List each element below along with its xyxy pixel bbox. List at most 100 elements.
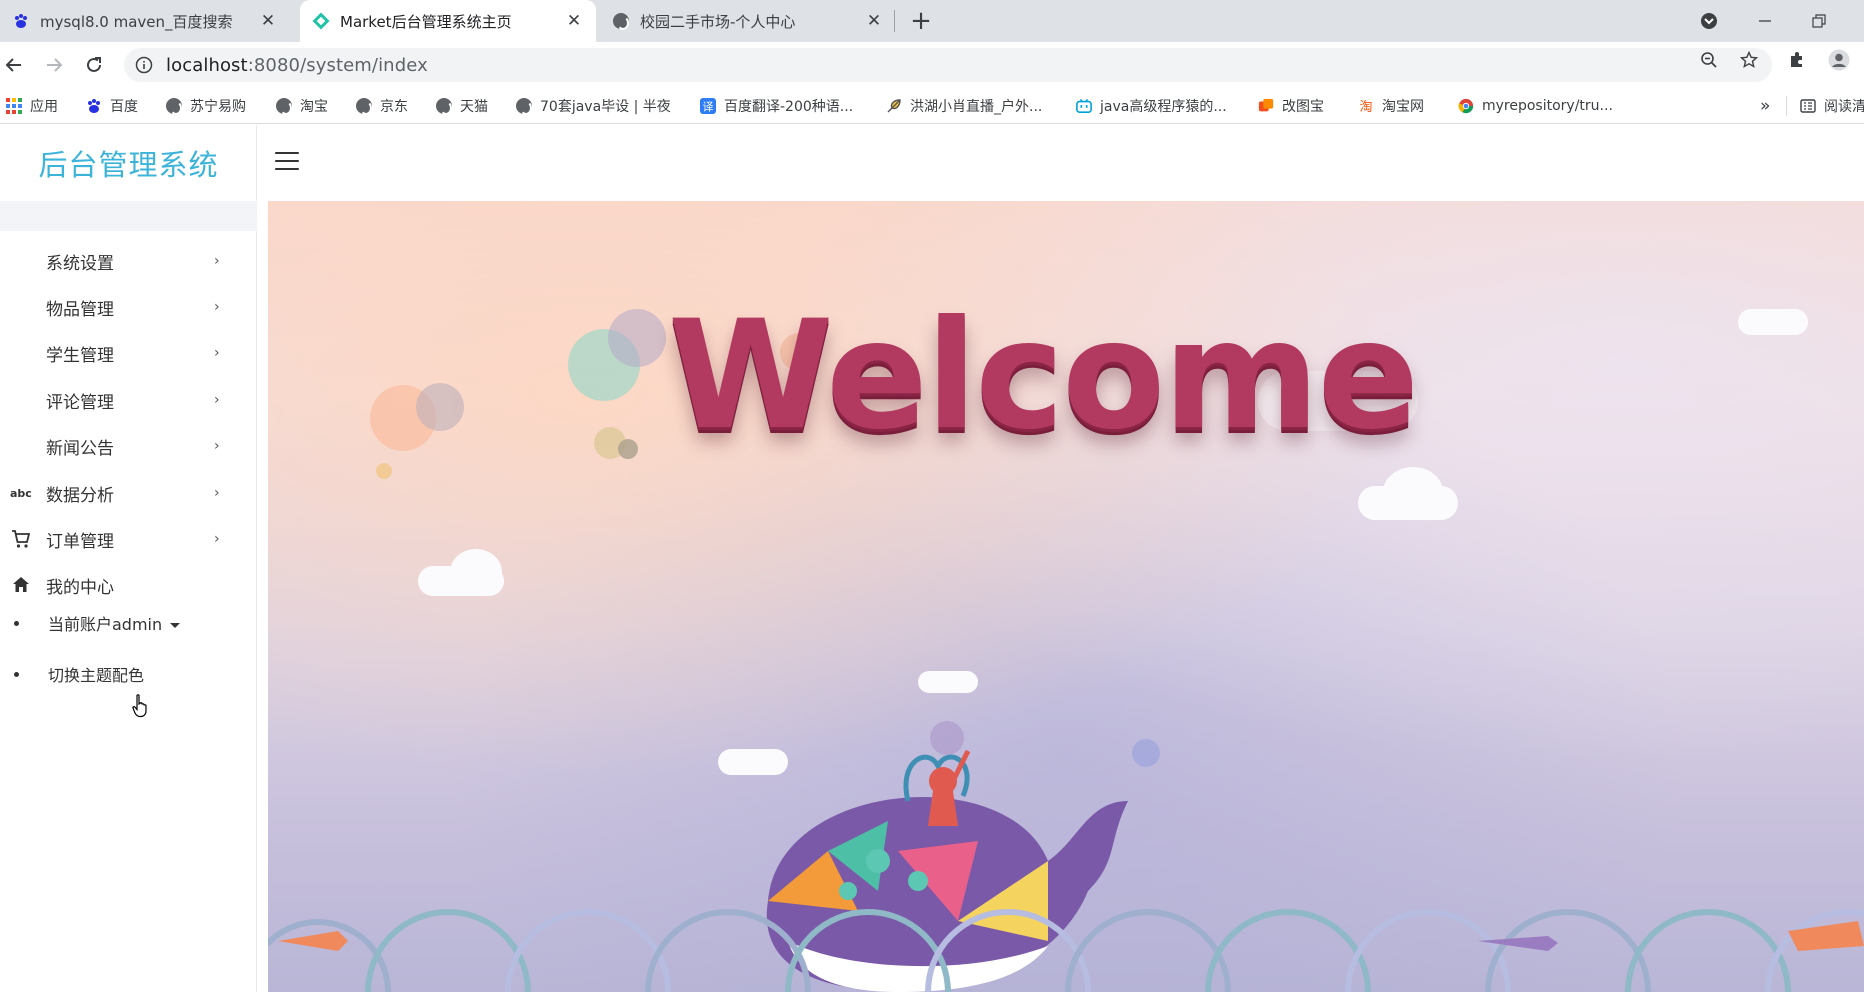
restore-icon [1812,14,1826,28]
reading-list-button[interactable]: 阅读清单 [1800,95,1864,117]
home-icon [10,574,32,596]
tab-title: mysql8.0 maven_百度搜索 [40,12,233,31]
sidebar-item-goods[interactable]: 物品管理 › [0,285,257,329]
url-text: localhost:8080/system/index [166,54,428,76]
browser-tab-campus[interactable]: 校园二手市场-个人中心 ✕ [600,0,896,42]
sidebar-item-data-analysis[interactable]: abc 数据分析 › [0,471,257,515]
bookmark-apps[interactable]: 应用 [6,95,58,117]
tab-separator [894,10,895,32]
bookmark-label: 洪湖小肖直播_户外... [910,99,1043,115]
sidebar-item-label: 学生管理 [46,345,114,366]
forward-button[interactable] [40,51,68,79]
bookmark-label: 百度翻译-200种语... [724,99,854,115]
svg-text:译: 译 [703,101,714,114]
bookmark-label: 应用 [30,99,58,115]
decor-bubble [618,439,638,459]
bookmark-honghu-live[interactable]: 洪湖小肖直播_户外... [886,95,1042,117]
chevron-right-icon: › [214,531,220,547]
cloud-decoration [450,549,502,595]
cloud-decoration [918,671,978,693]
svg-text:淘: 淘 [1359,100,1372,114]
current-account-dropdown[interactable]: 当前账户admin [0,606,257,640]
tab-close-icon[interactable]: ✕ [258,11,278,31]
menu-toggle-icon[interactable] [275,152,299,172]
browser-tab-strip: mysql8.0 maven_百度搜索 ✕ Market后台管理系统主页 ✕ 校… [0,0,1864,42]
sidebar-item-label: 物品管理 [46,299,114,320]
theme-switch-label: 切换主题配色 [48,666,145,685]
bookmark-baidu-translate[interactable]: 译 百度翻译-200种语... [700,95,853,117]
sidebar-item-label: 我的中心 [46,577,114,598]
bookmark-bilibili[interactable]: java高级程序猿的... [1076,95,1227,117]
more-bookmarks-button[interactable]: » [1760,95,1770,117]
bullet [14,671,19,677]
back-button[interactable] [0,51,28,79]
extensions-puzzle-icon[interactable] [1786,49,1808,71]
bookmark-suning[interactable]: 苏宁易购 [166,95,246,117]
sidebar-item-news[interactable]: 新闻公告 › [0,424,257,468]
sidebar-item-system-settings[interactable]: 系统设置 › [0,239,257,283]
sidebar-item-label: 数据分析 [46,485,114,506]
sidebar-item-comments[interactable]: 评论管理 › [0,378,257,422]
bookmark-separator [1786,96,1787,116]
bookmark-tmall[interactable]: 天猫 [436,95,488,117]
bookmark-label: 百度 [110,99,138,115]
bookmarks-bar: 应用 百度 苏宁易购 淘宝 京东 天猫 70套java毕设 | 半夜 译 百度翻… [0,88,1864,124]
globe-icon [516,98,532,115]
bookmark-baidu[interactable]: 百度 [86,95,138,117]
bookmark-taobao[interactable]: 淘宝 [276,95,328,117]
cloud-decoration [1738,309,1808,335]
bilibili-icon [1076,98,1092,114]
sidebar-header-strip [0,201,257,231]
zoom-icon[interactable] [1698,49,1720,71]
translate-icon: 译 [700,98,716,114]
globe-icon [612,12,630,30]
bullet [14,620,19,626]
globe-icon [356,98,372,115]
bookmark-label: 改图宝 [1282,99,1324,115]
wave-decoration [268,909,1864,992]
bookmark-java-projects[interactable]: 70套java毕设 | 半夜 [516,95,671,117]
brand-title[interactable]: 后台管理系统 [0,125,257,201]
new-tab-button[interactable]: + [908,6,934,36]
profile-avatar-icon[interactable] [1828,49,1850,71]
switch-theme-link[interactable]: 切换主题配色 [0,657,257,691]
sidebar-item-students[interactable]: 学生管理 › [0,331,257,375]
sidebar-item-orders[interactable]: 订单管理 › [0,517,257,561]
sidebar-item-label: 系统设置 [46,253,114,274]
minimize-button[interactable] [1742,0,1788,42]
site-info-icon[interactable] [134,55,154,75]
double-chevron-right-icon: » [1760,96,1771,116]
restore-button[interactable] [1796,0,1842,42]
caret-down-icon [170,623,181,628]
browser-tab-market[interactable]: Market后台管理系统主页 ✕ [300,0,596,42]
tab-close-icon[interactable]: ✕ [864,11,884,31]
bookmark-label: myrepository/tru... [1482,98,1613,114]
abc-icon: abc [10,486,32,500]
chevron-right-icon: › [214,253,220,269]
tab-search-button[interactable] [1686,0,1732,42]
bookmark-gaitubao[interactable]: 改图宝 [1258,95,1324,117]
bookmark-star-icon[interactable] [1738,49,1760,71]
bookmark-jd[interactable]: 京东 [356,95,408,117]
chevron-right-icon: › [214,299,220,315]
reload-button[interactable] [80,51,108,79]
sidebar-item-label: 订单管理 [46,531,114,552]
sidebar-item-my-center[interactable]: 我的中心 [0,563,257,607]
admin-page: 后台管理系统 系统设置 › 物品管理 › 学生管理 › 评论管理 › 新闻公告 … [0,125,1864,992]
sidebar-item-label: 新闻公告 [46,438,114,459]
apps-grid-icon [6,98,22,114]
bookmark-myrepository[interactable]: myrepository/tru... [1458,95,1613,117]
tab-close-icon[interactable]: ✕ [564,11,584,31]
browser-tab-baidu[interactable]: mysql8.0 maven_百度搜索 ✕ [0,0,290,42]
chevron-right-icon: › [214,392,220,408]
taobao-icon: 淘 [1358,98,1374,114]
chevron-right-icon: › [214,438,220,454]
globe-icon [166,98,182,115]
reading-list-icon [1800,98,1816,114]
bookmark-label: 淘宝 [300,99,328,115]
address-bar[interactable]: localhost:8080/system/index [124,48,1772,82]
minimize-icon [1759,20,1771,22]
bookmark-taobao-web[interactable]: 淘 淘宝网 [1358,95,1424,117]
tab-title: 校园二手市场-个人中心 [640,12,796,31]
reload-icon [87,57,101,72]
